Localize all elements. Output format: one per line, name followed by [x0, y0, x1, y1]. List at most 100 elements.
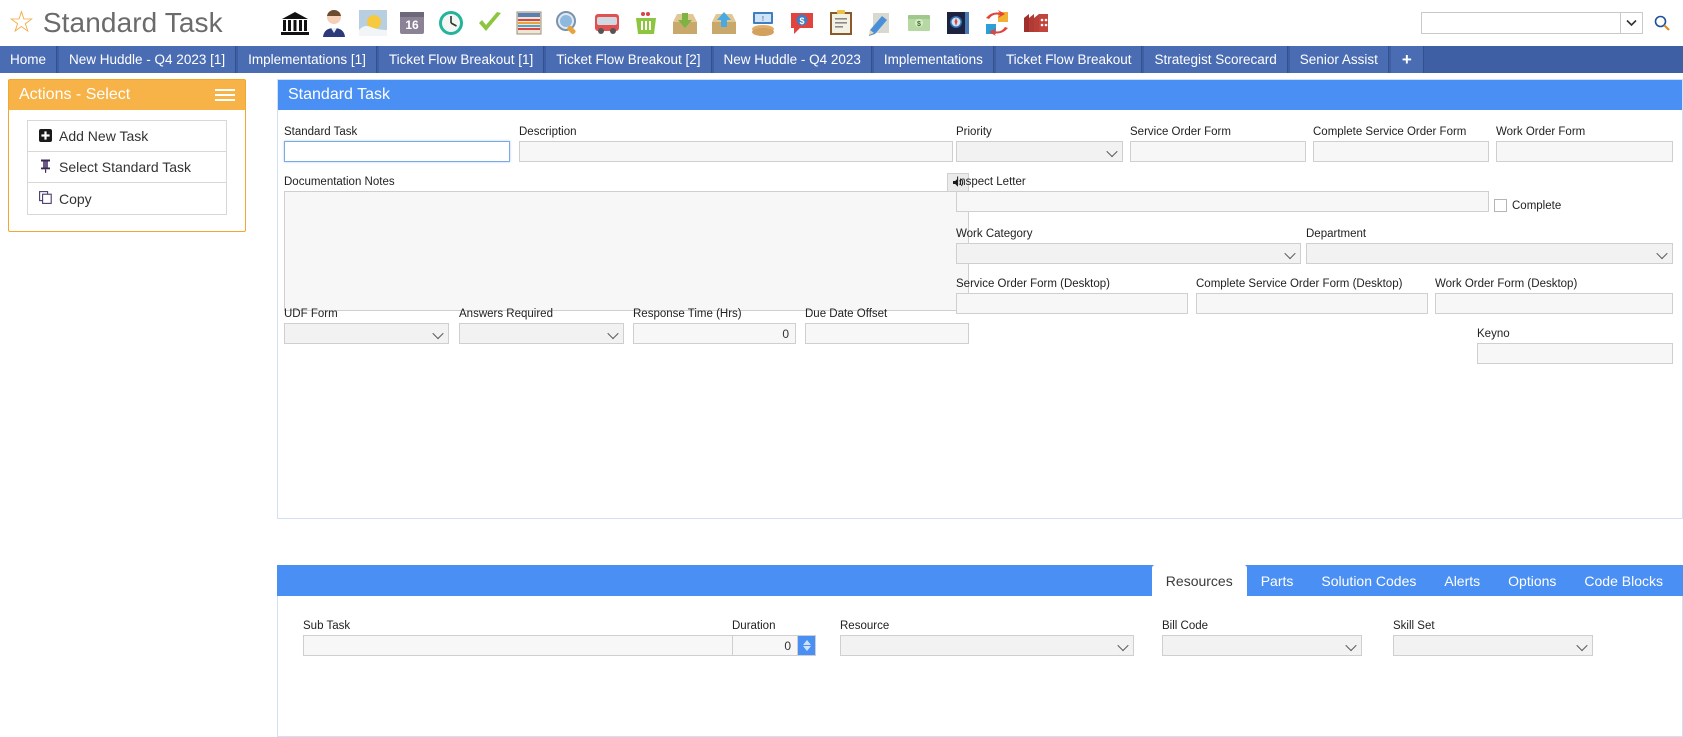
search-icon[interactable] — [1647, 12, 1677, 34]
tab-ticket-flow-breakout-1[interactable]: Ticket Flow Breakout [1] — [378, 46, 545, 73]
action-add-new-task[interactable]: Add New Task — [28, 121, 226, 152]
field-duration: Duration — [732, 620, 816, 656]
complete-checkbox[interactable] — [1494, 199, 1507, 212]
pin-icon — [38, 159, 52, 175]
field-resource: Resource — [840, 620, 1134, 656]
tab-resources[interactable]: Resources — [1151, 565, 1247, 596]
label-inspect-letter: Inspect Letter — [956, 176, 1026, 188]
outbox-upload-icon[interactable] — [707, 6, 741, 40]
label-keyno: Keyno — [1477, 328, 1510, 340]
bank-icon[interactable] — [278, 6, 312, 40]
tab-senior-assist[interactable]: Senior Assist — [1289, 46, 1389, 73]
plus-icon: + — [1401, 49, 1412, 69]
pencil-note-icon[interactable] — [863, 6, 897, 40]
label-bill-code: Bill Code — [1162, 620, 1209, 632]
actions-panel-header: Actions - Select — [9, 80, 245, 110]
duration-input[interactable] — [732, 635, 798, 656]
detail-tab-label: Parts — [1260, 572, 1294, 589]
tab-strategist-scorecard[interactable]: Strategist Scorecard — [1144, 46, 1288, 73]
svg-text:$: $ — [917, 21, 921, 28]
service-order-form-desktop-input[interactable] — [956, 293, 1188, 314]
clipboard-icon[interactable] — [824, 6, 858, 40]
app-title-group: ☆ Standard Task — [0, 7, 223, 39]
response-time-input[interactable] — [633, 323, 796, 344]
action-select-standard-task[interactable]: Select Standard Task — [28, 152, 226, 183]
action-label: Copy — [59, 190, 92, 207]
standard-task-input[interactable] — [284, 141, 510, 162]
search-input[interactable] — [1421, 12, 1621, 34]
tab-ticket-flow-breakout-2[interactable]: Ticket Flow Breakout [2] — [546, 46, 712, 73]
bus-icon[interactable] — [590, 6, 624, 40]
calendar-16-icon[interactable]: 16 — [395, 6, 429, 40]
label-response-time: Response Time (Hrs) — [633, 308, 742, 320]
actions-list: Add New Task Select Standard Task Copy — [27, 120, 227, 215]
tab-code-blocks[interactable]: Code Blocks — [1570, 565, 1677, 596]
resource-select[interactable] — [840, 635, 1134, 656]
due-date-offset-input[interactable] — [805, 323, 969, 344]
service-order-form-input[interactable] — [1130, 141, 1306, 162]
tab-ticket-flow-breakout[interactable]: Ticket Flow Breakout — [995, 46, 1143, 73]
tab-solution-codes[interactable]: Solution Codes — [1307, 565, 1430, 596]
search-globe-icon[interactable] — [551, 6, 585, 40]
clock-icon[interactable] — [434, 6, 468, 40]
skill-set-select[interactable] — [1393, 635, 1593, 656]
field-department: Department — [1306, 228, 1673, 264]
field-response-time: Response Time (Hrs) — [633, 308, 796, 344]
tab-new-huddle-q4-2023-1[interactable]: New Huddle - Q4 2023 [1] — [59, 46, 237, 73]
hamburger-icon[interactable] — [215, 89, 235, 101]
trash-icon[interactable] — [629, 6, 663, 40]
duration-stepper[interactable] — [798, 635, 816, 656]
keyno-input[interactable] — [1477, 343, 1673, 364]
inspect-letter-input[interactable] — [956, 191, 1489, 212]
copy-icon — [38, 191, 52, 206]
compass-book-icon[interactable] — [941, 6, 975, 40]
bill-code-select[interactable] — [1162, 635, 1362, 656]
dollar-chat-icon[interactable]: $ — [785, 6, 819, 40]
top-header-bar: ☆ Standard Task 16 ! $ $ — [0, 0, 1683, 46]
add-tab-button[interactable]: + — [1390, 46, 1424, 73]
answers-required-select[interactable] — [459, 323, 624, 344]
detail-tab-label: Options — [1508, 572, 1557, 589]
checkmark-icon[interactable] — [473, 6, 507, 40]
tab-label: Implementations — [883, 52, 983, 67]
action-copy[interactable]: Copy — [28, 183, 226, 214]
inbox-download-icon[interactable] — [668, 6, 702, 40]
chevron-down-icon[interactable] — [1621, 12, 1643, 34]
tab-home[interactable]: Home — [0, 46, 58, 73]
tab-alerts[interactable]: Alerts — [1430, 565, 1494, 596]
documentation-notes-textarea[interactable] — [284, 191, 969, 311]
label-complete-service-order-form: Complete Service Order Form — [1313, 126, 1467, 138]
field-description: Description — [519, 126, 953, 162]
department-select[interactable] — [1306, 243, 1673, 264]
label-standard-task: Standard Task — [284, 126, 358, 138]
swap-arrows-icon[interactable] — [980, 6, 1014, 40]
tab-new-huddle-q4-2023[interactable]: New Huddle - Q4 2023 — [713, 46, 872, 73]
work-order-form-desktop-input[interactable] — [1435, 293, 1673, 314]
tab-parts[interactable]: Parts — [1247, 565, 1308, 596]
weather-icon[interactable] — [356, 6, 390, 40]
complete-service-order-form-input[interactable] — [1313, 141, 1489, 162]
form-card-header: Standard Task — [278, 80, 1682, 110]
tab-label: Ticket Flow Breakout [1] — [388, 52, 534, 67]
priority-select[interactable] — [956, 141, 1123, 162]
complete-service-order-form-desktop-input[interactable] — [1196, 293, 1428, 314]
sub-task-input[interactable] — [303, 635, 735, 656]
svg-text:!: ! — [762, 16, 764, 23]
field-keyno: Keyno — [1477, 328, 1673, 364]
spreadsheet-icon[interactable] — [512, 6, 546, 40]
tab-implementations-1[interactable]: Implementations [1] — [238, 46, 377, 73]
person-icon[interactable] — [317, 6, 351, 40]
description-input[interactable] — [519, 141, 953, 162]
money-stack-icon[interactable]: $ — [902, 6, 936, 40]
detail-tab-label: Resources — [1165, 572, 1233, 589]
label-documentation-notes: Documentation Notes — [284, 176, 395, 188]
tab-options[interactable]: Options — [1494, 565, 1570, 596]
payment-hands-icon[interactable]: ! — [746, 6, 780, 40]
form-card-body: Standard Task Description Priority Servi… — [278, 110, 1682, 518]
work-order-form-input[interactable] — [1496, 141, 1673, 162]
factory-icon[interactable] — [1019, 6, 1053, 40]
udf-form-select[interactable] — [284, 323, 449, 344]
toolbar-icon-strip: 16 ! $ $ — [278, 6, 1053, 40]
work-category-select[interactable] — [956, 243, 1301, 264]
tab-implementations[interactable]: Implementations — [873, 46, 994, 73]
